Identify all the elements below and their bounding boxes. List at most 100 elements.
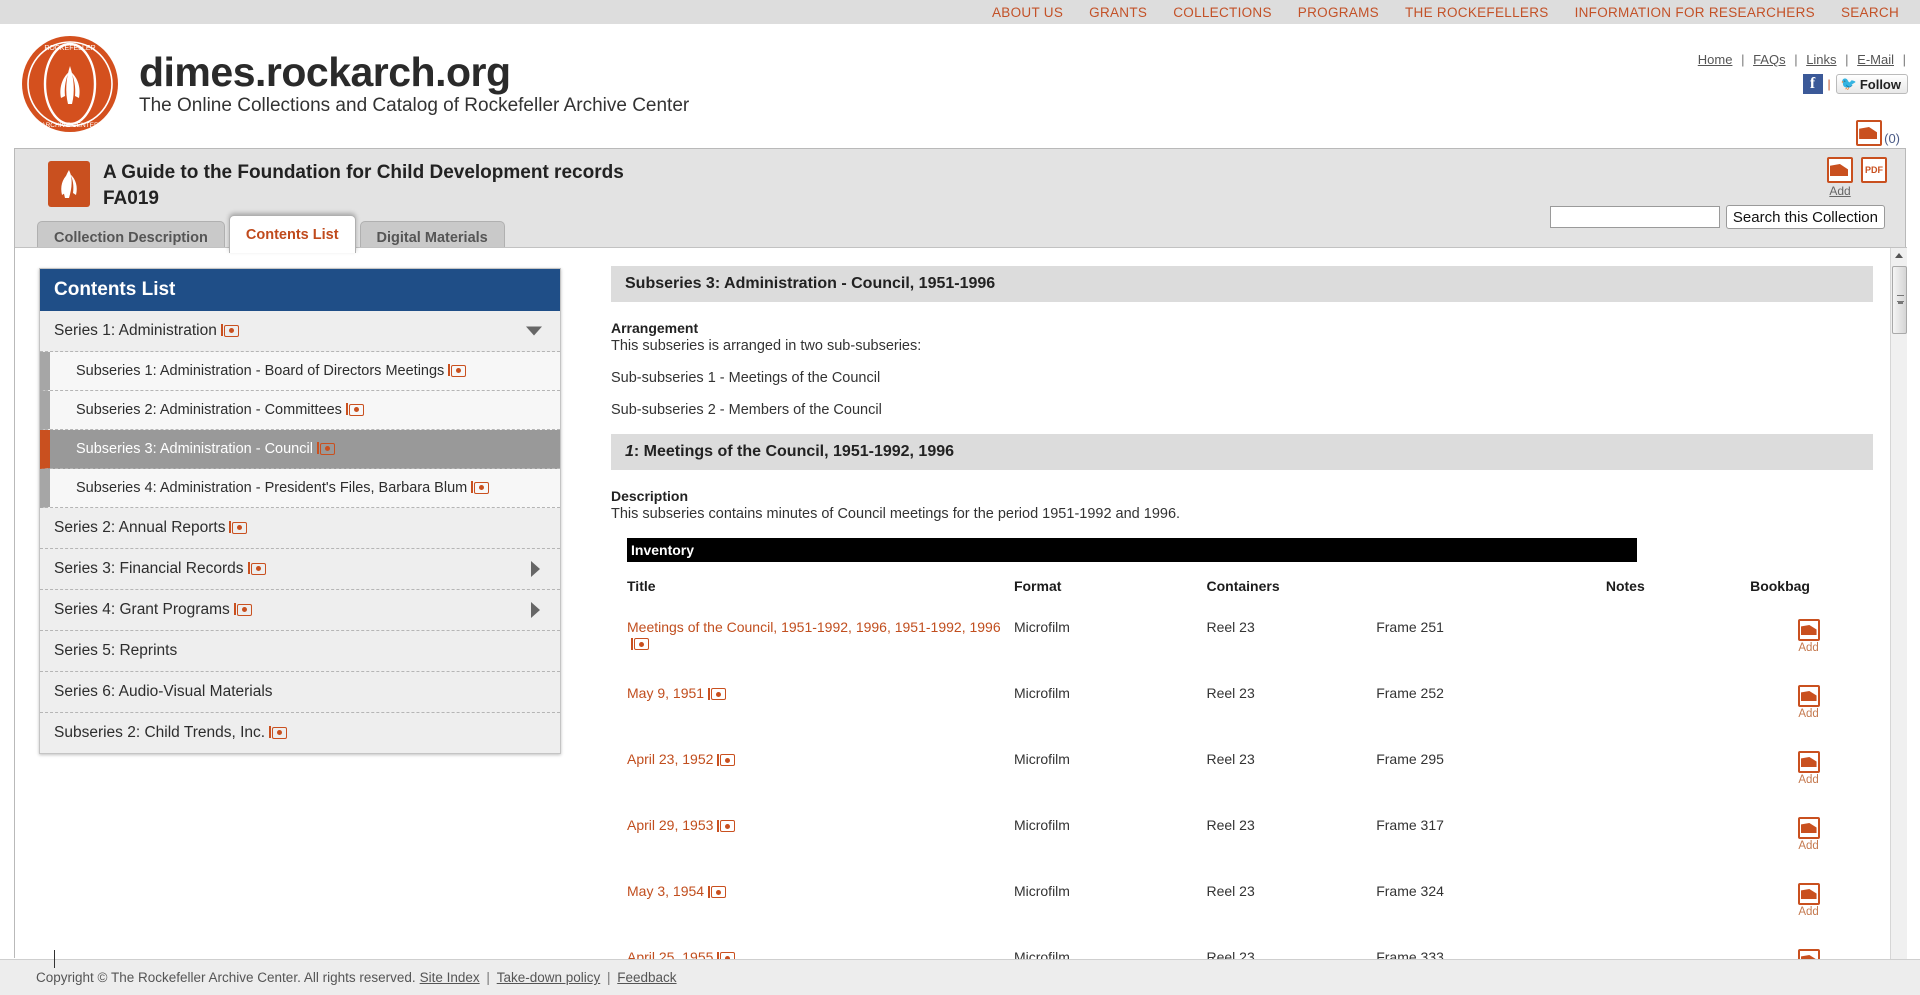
sidebar-item-3[interactable]: Subseries 3: Administration - Council: [40, 430, 560, 469]
table-row: April 29, 1953 Microfilm Reel 23 Frame 317 A…: [627, 806, 1867, 872]
item-title-link[interactable]: May 9, 1951: [627, 685, 704, 701]
bookbag-icon[interactable]: [1856, 120, 1883, 146]
bookbag-add-icon[interactable]: [1797, 817, 1820, 839]
utility-link-links[interactable]: Links: [1803, 52, 1839, 67]
nav-about-us[interactable]: ABOUT US: [979, 5, 1076, 20]
chevron-right-icon[interactable]: [531, 602, 540, 618]
main-column: Subseries 3: Administration - Council, 1…: [611, 266, 1873, 959]
bookbag-add-label[interactable]: Add: [1750, 840, 1867, 852]
folder-add-icon[interactable]: [1827, 157, 1853, 183]
arrangement-label: Arrangement: [611, 320, 699, 336]
nav-information-for-researchers[interactable]: INFORMATION FOR RESEARCHERS: [1562, 5, 1828, 20]
nav-programs[interactable]: PROGRAMS: [1285, 5, 1392, 20]
svg-text:ARCHIVE CENTER: ARCHIVE CENTER: [41, 122, 99, 129]
sidebar-item-8[interactable]: Series 5: Reprints: [40, 631, 560, 672]
text-cursor: [54, 950, 55, 968]
bookbag-add-label[interactable]: Add: [1750, 708, 1867, 720]
camera-icon[interactable]: [717, 951, 736, 959]
inventory-bar: Inventory: [627, 538, 1637, 562]
utility-link-home[interactable]: Home: [1695, 52, 1736, 67]
section-title: : Meetings of the Council, 1951-1992, 19…: [633, 443, 955, 460]
section-header: 1: Meetings of the Council, 1951-1992, 1…: [611, 434, 1873, 470]
add-label[interactable]: Add: [1827, 184, 1853, 198]
sidebar-item-9[interactable]: Series 6: Audio-Visual Materials: [40, 672, 560, 713]
utility-links: Home | FAQs | Links | E-Mail |: [1695, 52, 1908, 67]
camera-icon[interactable]: [229, 521, 248, 534]
chevron-down-icon[interactable]: [526, 326, 542, 336]
bookbag-add-icon[interactable]: [1797, 883, 1820, 905]
bookbag-add-label[interactable]: Add: [1750, 774, 1867, 786]
site-header: ROCKEFELLER ARCHIVE CENTER dimes.rockarc…: [0, 24, 1920, 146]
camera-icon[interactable]: [269, 726, 288, 739]
cell-notes: [1606, 938, 1750, 959]
utility-separator: |: [1790, 52, 1802, 67]
bookbag-header[interactable]: (0): [1856, 120, 1900, 146]
camera-icon[interactable]: [717, 753, 736, 767]
social-buttons: f | 🐦 Follow: [1802, 74, 1908, 94]
cell-format: Microfilm: [1013, 817, 1070, 833]
camera-icon[interactable]: [631, 637, 649, 651]
nav-search[interactable]: SEARCH: [1828, 5, 1912, 20]
nav-grants[interactable]: GRANTS: [1076, 5, 1160, 20]
chevron-right-icon[interactable]: [531, 561, 540, 577]
pdf-download-icon[interactable]: PDF: [1861, 157, 1887, 183]
camera-icon[interactable]: [233, 603, 252, 616]
nav-the-rockefellers[interactable]: THE ROCKEFELLERS: [1392, 5, 1562, 20]
camera-icon[interactable]: [708, 687, 727, 701]
sidebar-item-0[interactable]: Series 1: Administration: [40, 311, 560, 352]
collection-search: Search this Collection: [1549, 205, 1885, 229]
camera-icon[interactable]: [471, 481, 490, 494]
item-title-link[interactable]: May 3, 1954: [627, 883, 704, 899]
bookbag-add-icon[interactable]: [1797, 619, 1820, 641]
bookbag-add-label[interactable]: Add: [1750, 906, 1867, 918]
tab-contents-list[interactable]: Contents List: [228, 215, 356, 253]
add-to-bookbag-action[interactable]: Add: [1827, 157, 1853, 198]
search-collection-button[interactable]: Search this Collection: [1725, 205, 1885, 229]
bookbag-add-icon[interactable]: [1797, 751, 1820, 773]
rockefeller-logo[interactable]: ROCKEFELLER ARCHIVE CENTER: [22, 36, 118, 132]
sidebar-item-5[interactable]: Series 2: Annual Reports: [40, 508, 560, 549]
bookbag-add-icon[interactable]: [1797, 949, 1820, 959]
item-title-link[interactable]: April 29, 1953: [627, 817, 713, 833]
nav-collections[interactable]: COLLECTIONS: [1160, 5, 1285, 20]
facebook-icon[interactable]: f: [1802, 74, 1823, 94]
utility-link-e-mail[interactable]: E-Mail: [1854, 52, 1897, 67]
cell-bookbag: Add: [1750, 938, 1867, 959]
page-title: A Guide to the Foundation for Child Deve…: [103, 162, 624, 183]
column-header-bookbag: Bookbag: [1750, 578, 1810, 594]
sidebar-item-label: Series 1: Administration: [54, 322, 217, 339]
twitter-follow-button[interactable]: 🐦 Follow: [1835, 74, 1908, 94]
camera-icon[interactable]: [247, 562, 266, 575]
scroll-up-arrow-icon[interactable]: [1895, 253, 1903, 258]
cell-format: Microfilm: [1013, 751, 1070, 767]
sidebar-item-1[interactable]: Subseries 1: Administration - Board of D…: [40, 352, 560, 391]
camera-icon[interactable]: [717, 819, 736, 833]
inventory-table-body: Meetings of the Council, 1951-1992, 1996…: [627, 608, 1867, 959]
footer-link-feedback[interactable]: Feedback: [617, 970, 676, 985]
utility-link-faqs[interactable]: FAQs: [1750, 52, 1789, 67]
vertical-scrollbar[interactable]: [1890, 248, 1907, 959]
table-row: May 9, 1951 Microfilm Reel 23 Frame 252 Add: [627, 674, 1867, 740]
sidebar-item-4[interactable]: Subseries 4: Administration - President'…: [40, 469, 560, 508]
sidebar-item-7[interactable]: Series 4: Grant Programs: [40, 590, 560, 631]
cell-frame: Frame 252: [1376, 685, 1444, 701]
table-row: April 25, 1955 Microfilm Reel 23 Frame 333 A…: [627, 938, 1867, 959]
scrollbar-thumb[interactable]: [1892, 266, 1907, 334]
camera-icon[interactable]: [345, 403, 364, 416]
bookbag-add-icon[interactable]: [1797, 685, 1820, 707]
item-title-link[interactable]: Meetings of the Council, 1951-1992, 1996…: [627, 619, 1001, 635]
sidebar-item-6[interactable]: Series 3: Financial Records: [40, 549, 560, 590]
bookbag-add-label[interactable]: Add: [1750, 642, 1867, 654]
search-input[interactable]: [1549, 206, 1720, 228]
camera-icon[interactable]: [316, 442, 335, 455]
camera-icon[interactable]: [220, 324, 239, 337]
item-title-link[interactable]: April 25, 1955: [627, 949, 713, 959]
item-title-link[interactable]: April 23, 1952: [627, 751, 713, 767]
cell-title: May 3, 1954: [627, 872, 1014, 938]
footer-link-take-down-policy[interactable]: Take-down policy: [497, 970, 601, 985]
camera-icon[interactable]: [448, 364, 467, 377]
sidebar-item-2[interactable]: Subseries 2: Administration - Committees: [40, 391, 560, 430]
camera-icon[interactable]: [708, 885, 727, 899]
footer-link-site-index[interactable]: Site Index: [420, 970, 480, 985]
sidebar-item-10[interactable]: Subseries 2: Child Trends, Inc.: [40, 713, 560, 753]
